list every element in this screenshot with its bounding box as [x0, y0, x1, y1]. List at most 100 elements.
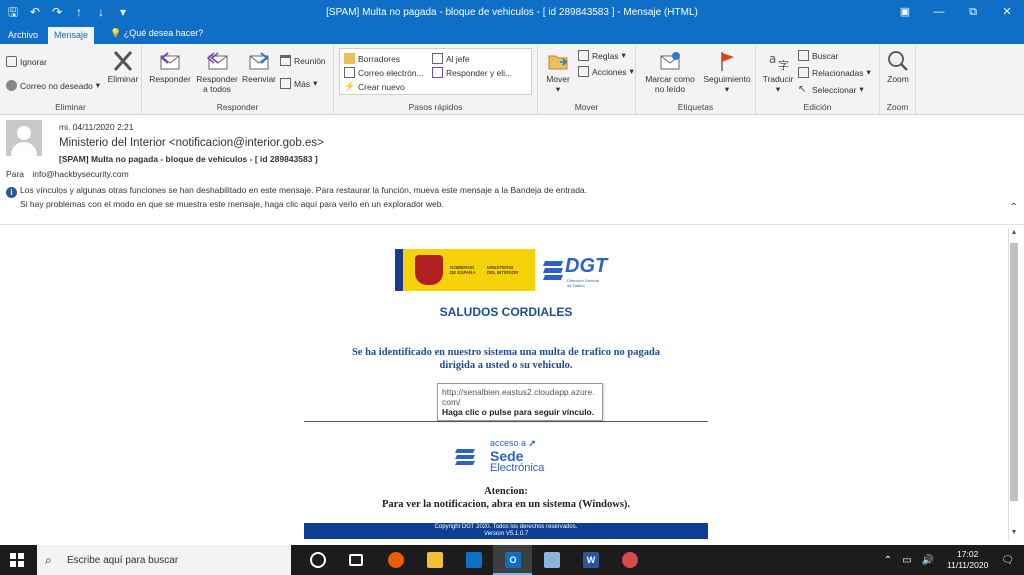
ignore-button[interactable]: Ignorar: [6, 56, 47, 67]
quick-steps-gallery: Borradores Al jefe Correo electrón... Re…: [339, 48, 532, 95]
quick-step-create[interactable]: ⚡ Crear nuevo: [344, 81, 405, 92]
reply-delete-icon: [432, 67, 443, 78]
zoom-icon: [888, 51, 908, 71]
tell-me-label: ¿Qué desea hacer?: [123, 28, 204, 38]
mail-icon[interactable]: [454, 545, 493, 575]
lightning-icon: ⚡: [344, 81, 356, 91]
group-label-mover: Mover: [574, 102, 599, 112]
group-label-etiquetas: Etiquetas: [677, 102, 714, 112]
junk-button[interactable]: Correo no deseado ▾: [6, 80, 100, 91]
recipient-line: Para info@hackbysecurity.com: [6, 169, 129, 179]
rules-button[interactable]: Reglas ▾: [578, 50, 626, 61]
actions-button[interactable]: Acciones ▾: [578, 66, 634, 77]
email-icon: [344, 67, 355, 78]
notifications-icon[interactable]: 🗨: [1001, 555, 1014, 566]
greeting: SALUDOS CORDIALES: [439, 305, 573, 319]
app-icon[interactable]: [532, 545, 571, 575]
copyright: Copyright DGT 2020. Todos los derechos r…: [434, 524, 578, 530]
find-icon: [798, 50, 809, 61]
select-button[interactable]: ↖ Seleccionar ▾: [798, 84, 864, 95]
mark-unread-icon: [660, 52, 680, 70]
paint-icon[interactable]: [610, 545, 649, 575]
ribbon: Ignorar Correo no deseado ▾ Eliminar Elim…: [0, 44, 1024, 115]
dgt-mark-icon: [543, 261, 563, 280]
minimize-icon[interactable]: —: [922, 0, 956, 25]
tab-message[interactable]: Mensaje: [48, 27, 95, 44]
translate-icon: a字: [769, 52, 789, 72]
to-address[interactable]: info@hackbysecurity.com: [32, 169, 128, 179]
info-icon: i: [6, 187, 17, 198]
quick-step-drafts[interactable]: Borradores: [344, 53, 400, 64]
clock-date: 11/11/2020: [947, 560, 989, 570]
avatar: [6, 120, 42, 156]
volume-icon[interactable]: 🔊: [922, 555, 934, 566]
delete-button[interactable]: Eliminar: [106, 50, 140, 84]
arrow-icon: ➚: [528, 438, 537, 448]
firefox-icon[interactable]: [376, 545, 415, 575]
sede-electronica-link[interactable]: acceso a ➚ Sede Electrónica: [454, 438, 564, 478]
restore-icon[interactable]: ⧉: [956, 0, 990, 25]
chevron-up-icon[interactable]: ⌃: [884, 555, 892, 566]
info-bar[interactable]: i Los vínculos y algunas otras funciones …: [6, 184, 587, 210]
windows-start-icon[interactable]: [10, 553, 24, 567]
select-cursor-icon: ↖: [798, 84, 807, 95]
meeting-button[interactable]: Reunión: [280, 55, 326, 66]
scroll-up-icon[interactable]: ▲: [1009, 229, 1019, 241]
forward-button[interactable]: Reenviar: [240, 50, 278, 84]
related-button[interactable]: Relacionadas ▾: [798, 67, 871, 78]
group-mover: Mover ▾ Reglas ▾ Acciones ▾ Mover: [538, 44, 636, 115]
reply-all-button[interactable]: Responder a todos: [194, 50, 240, 94]
message-header: mi. 04/11/2020 2:21 Ministerio del Inter…: [0, 116, 1024, 220]
translate-button[interactable]: a字 Traducir ▾: [758, 50, 798, 94]
to-label: Para: [6, 169, 24, 179]
followup-button[interactable]: Seguimiento ▾: [700, 50, 754, 94]
move-button[interactable]: Mover ▾: [542, 50, 574, 94]
group-label-zoom: Zoom: [886, 102, 909, 112]
tooltip-url-1: http://senalbien.eastus2.cloudapp.azure.: [442, 387, 595, 397]
calendar-icon: [280, 55, 291, 66]
network-icon[interactable]: ▭: [902, 555, 911, 566]
close-icon[interactable]: ✕: [990, 0, 1024, 25]
scroll-down-icon[interactable]: ▼: [1009, 529, 1019, 541]
version: Version V5.1.0.7: [483, 531, 529, 537]
vertical-scrollbar[interactable]: ▲ ▼: [1008, 229, 1018, 541]
tab-file[interactable]: Archivo: [2, 27, 44, 44]
delete-icon: [113, 51, 133, 71]
divider: [304, 421, 708, 422]
taskbar: ⌕ Escribe aquí para buscar O W ⌃ ▭ 🔊 17:…: [0, 545, 1024, 575]
title-bar: 🖫 ↶ ↷ ↑ ↓ ▾ [SPAM] Multa no pagada - blo…: [0, 0, 1024, 25]
more-button[interactable]: Más ▾: [280, 78, 317, 89]
reply-icon: [160, 52, 180, 70]
svg-text:字: 字: [778, 58, 789, 72]
tell-me-search[interactable]: 💡 ¿Qué desea hacer?: [110, 28, 203, 39]
quick-step-manager[interactable]: Al jefe: [432, 53, 470, 64]
system-tray: ⌃ ▭ 🔊 17:02 11/11/2020 🗨: [879, 545, 1024, 575]
cortana-icon[interactable]: [298, 545, 337, 575]
scroll-thumb[interactable]: [1010, 243, 1018, 501]
dgt-subtitle: Dirección General de Tráfico: [567, 278, 600, 288]
clock[interactable]: 17:02 11/11/2020: [947, 549, 988, 571]
group-responder: Responder Responder a todos Reenviar Reu…: [142, 44, 334, 115]
message-date: mi. 04/11/2020 2:21: [59, 122, 134, 132]
forward-arrow-icon: [432, 53, 443, 64]
task-view-icon[interactable]: [337, 545, 376, 575]
reply-all-icon: [206, 52, 228, 70]
mark-unread-button[interactable]: Marcar como no leído: [640, 50, 700, 94]
file-explorer-icon[interactable]: [415, 545, 454, 575]
word-icon[interactable]: W: [571, 545, 610, 575]
taskbar-search[interactable]: ⌕ Escribe aquí para buscar: [37, 545, 291, 575]
find-button[interactable]: Buscar: [798, 50, 838, 61]
email-message[interactable]: Se ha identificado en nuestro sistema un…: [304, 346, 708, 372]
link-tooltip: http://senalbien.eastus2.cloudapp.azure.…: [437, 383, 603, 421]
ribbon-display-icon[interactable]: ▣: [888, 0, 922, 25]
quick-step-reply-delete[interactable]: Responder y eli...: [432, 67, 512, 78]
zoom-button[interactable]: Zoom: [882, 50, 914, 84]
search-placeholder: Escribe aquí para buscar: [67, 555, 179, 566]
outlook-icon[interactable]: O: [493, 545, 532, 575]
quick-step-email[interactable]: Correo electrón...: [344, 67, 424, 78]
collapse-header-icon[interactable]: ⌃: [1010, 202, 1018, 213]
gobierno-text: GOBIERNO DE ESPAÑA: [450, 265, 476, 275]
message-sender[interactable]: Ministerio del Interior <notificacion@in…: [59, 137, 324, 149]
reply-button[interactable]: Responder: [148, 50, 192, 84]
tooltip-url-2: com/: [442, 397, 461, 407]
